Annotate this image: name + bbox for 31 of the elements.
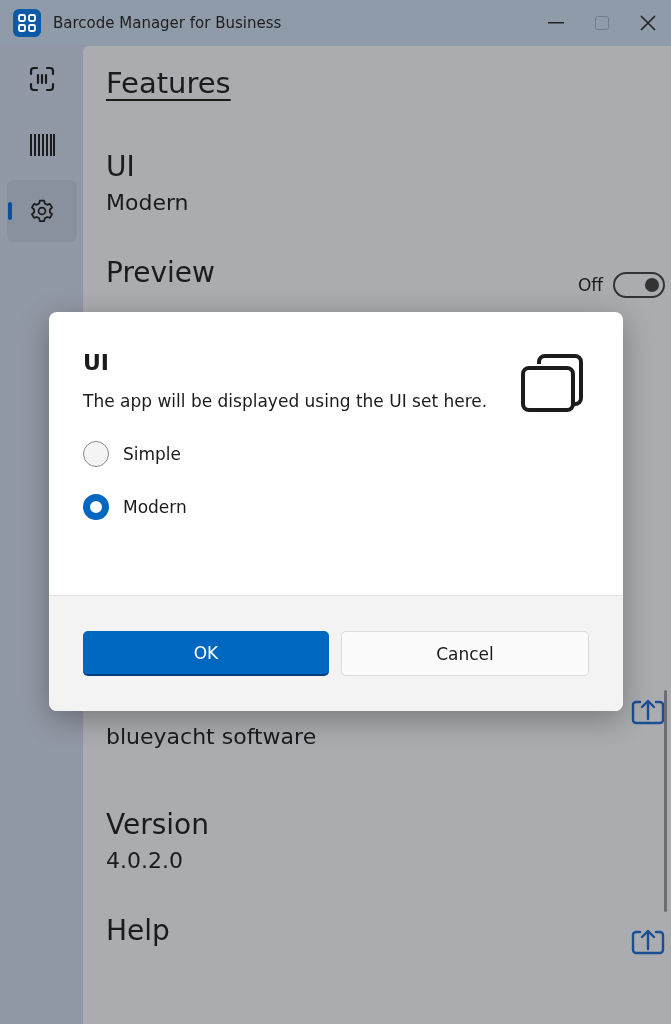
settings-icon bbox=[28, 198, 55, 224]
minimize-icon bbox=[548, 22, 564, 24]
dialog-title: UI bbox=[83, 350, 111, 375]
radio-option[interactable]: Modern bbox=[83, 494, 187, 520]
barcode-icon bbox=[28, 133, 55, 157]
dialog-description: The app will be displayed using the UI set here. bbox=[83, 391, 489, 411]
ok-button[interactable]: OK bbox=[83, 631, 329, 676]
radio-option[interactable]: Simple bbox=[83, 441, 182, 467]
scrollbar[interactable] bbox=[664, 690, 667, 912]
app-logo-icon bbox=[13, 9, 41, 37]
section-title: UI bbox=[106, 149, 135, 185]
radio-button[interactable] bbox=[83, 494, 109, 520]
radio-button[interactable] bbox=[83, 441, 109, 467]
close-icon bbox=[640, 15, 656, 31]
cancel-button[interactable]: Cancel bbox=[341, 631, 589, 676]
toggle-switch[interactable] bbox=[613, 272, 665, 298]
scan-icon bbox=[28, 66, 55, 92]
windows-icon bbox=[521, 354, 585, 412]
section-value: 4.0.2.0 bbox=[106, 847, 184, 875]
section-title: Version bbox=[106, 807, 209, 843]
share-icon[interactable] bbox=[631, 928, 665, 956]
sidebar-item[interactable] bbox=[6, 180, 77, 242]
page-heading: Features bbox=[106, 66, 232, 100]
window-title: Barcode Manager for Business bbox=[53, 14, 283, 32]
maximize-icon bbox=[595, 16, 609, 30]
section-title: Preview bbox=[106, 255, 215, 291]
section-title: Help bbox=[106, 913, 170, 949]
share-icon[interactable] bbox=[631, 698, 665, 726]
toggle-label: Off bbox=[577, 275, 603, 295]
section-value: Modern bbox=[106, 189, 190, 217]
section-value: blueyacht software bbox=[106, 723, 318, 751]
